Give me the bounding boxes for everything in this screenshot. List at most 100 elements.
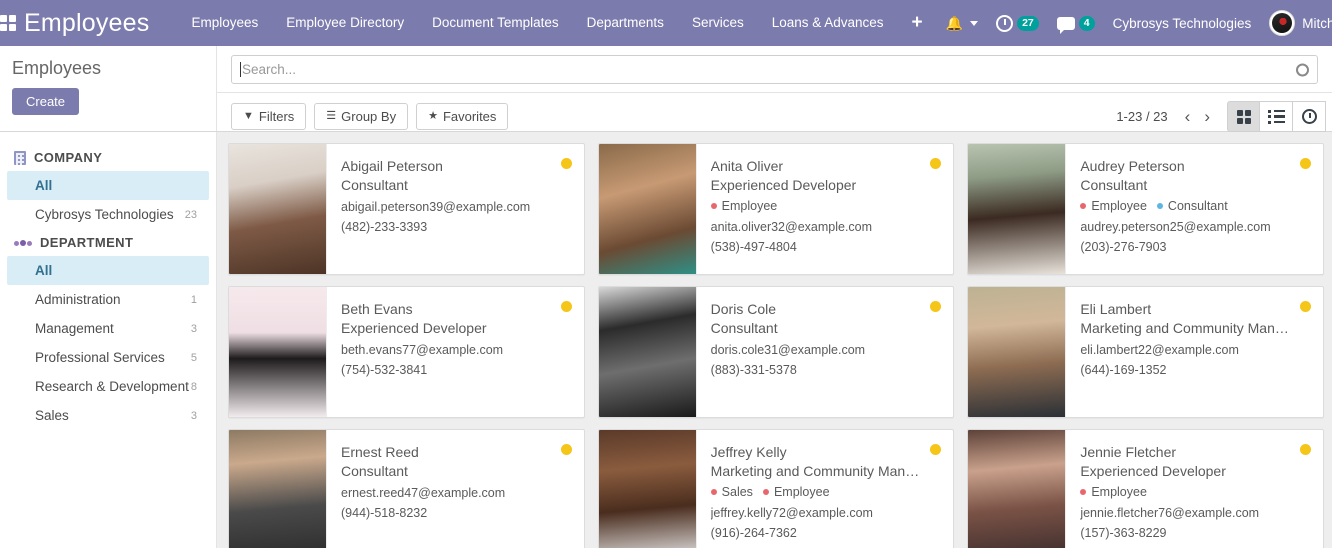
sidebar-item-company-all[interactable]: All	[7, 171, 209, 200]
employee-phone[interactable]: (644)-169-1352	[1080, 360, 1311, 380]
status-badge[interactable]	[560, 444, 572, 455]
employee-email[interactable]: abigail.peterson39@example.com	[341, 197, 572, 217]
employee-info: Doris Cole Consultant doris.cole31@example…	[697, 287, 954, 417]
employee-phone[interactable]: (157)-363-8229	[1080, 523, 1311, 543]
employee-card[interactable]: Ernest Reed Consultant ernest.reed47@examp…	[228, 429, 585, 548]
employee-name: Eli Lambert	[1080, 301, 1152, 317]
employee-photo	[229, 144, 327, 274]
search-icon[interactable]	[1296, 63, 1309, 76]
employee-info: Beth Evans Experienced Developer beth.evan…	[327, 287, 584, 417]
employee-phone[interactable]: (883)-331-5378	[711, 360, 942, 380]
employee-name: Doris Cole	[710, 301, 777, 317]
employee-email[interactable]: beth.evans77@example.com	[341, 340, 572, 360]
employee-card[interactable]: Doris Cole Consultant doris.cole31@example…	[597, 286, 955, 418]
pager-next-button[interactable]: ›	[1197, 108, 1217, 125]
control-panel-left: Employees Create	[0, 46, 217, 131]
employee-photo	[968, 430, 1067, 548]
messages-menu[interactable]: 4	[1048, 0, 1104, 46]
apps-menu-toggle[interactable]	[0, 0, 16, 46]
employee-tags: Employee Consultant	[1080, 197, 1311, 215]
employee-email[interactable]: jeffrey.kelly72@example.com	[711, 503, 942, 523]
app-brand-title[interactable]: Employees	[16, 0, 155, 46]
employee-phone[interactable]: (538)-497-4804	[711, 237, 942, 257]
group-by-label: Group By	[341, 109, 397, 124]
pager-previous-button[interactable]: ‹	[1178, 108, 1198, 125]
status-badge[interactable]	[1299, 444, 1311, 455]
menu-item-employees[interactable]: Employees	[177, 0, 272, 46]
sidebar-item-department-administration[interactable]: Administration 1	[7, 285, 209, 314]
sidebar-item-label: Management	[35, 321, 114, 336]
tag-dot-icon	[1156, 202, 1163, 209]
employee-info: Audrey Peterson Consultant Employee Consult…	[1066, 144, 1323, 274]
employee-tag: Employee	[1080, 485, 1147, 499]
activity-view-button[interactable]	[1293, 101, 1326, 132]
status-badge[interactable]	[560, 158, 572, 169]
employee-email[interactable]: audrey.peterson25@example.com	[1080, 217, 1311, 237]
employee-phone[interactable]: (944)-518-8232	[341, 503, 572, 523]
sidebar-item-count: 5	[190, 351, 197, 364]
employee-photo	[598, 144, 697, 274]
sidebar-item-department-management[interactable]: Management 3	[7, 314, 209, 343]
employee-card[interactable]: Audrey Peterson Consultant Employee Consult…	[967, 143, 1324, 275]
company-switcher[interactable]: Cybrosys Technologies	[1104, 0, 1261, 46]
employee-tag: Employee	[1080, 199, 1147, 213]
employee-email[interactable]: anita.oliver32@example.com	[711, 217, 942, 237]
favorites-button[interactable]: ★ Favorites	[416, 103, 509, 130]
employee-photo	[968, 144, 1067, 274]
breadcrumb[interactable]: Employees	[12, 58, 216, 79]
user-menu[interactable]: Mitchell Admin	[1260, 0, 1332, 46]
employee-phone[interactable]: (203)-276-7903	[1080, 237, 1311, 257]
menu-item-loans-advances[interactable]: Loans & Advances	[758, 0, 898, 46]
employee-card[interactable]: Eli Lambert Marketing and Community Manag…	[967, 286, 1324, 418]
search-input[interactable]: Search...	[231, 55, 1318, 84]
sidebar-item-company-cybrosys-technologies[interactable]: Cybrosys Technologies 23	[7, 200, 209, 229]
text-caret	[240, 62, 241, 77]
employee-email[interactable]: eli.lambert22@example.com	[1080, 340, 1311, 360]
employee-tag-label: Employee	[1091, 198, 1147, 213]
employee-card[interactable]: Jennie Fletcher Experienced Developer Empl…	[967, 429, 1324, 548]
notifications-dropdown[interactable]: 🔔	[937, 0, 987, 46]
employee-job-title: Consultant	[710, 319, 778, 336]
employee-card[interactable]: Anita Oliver Experienced Developer Employe…	[597, 143, 955, 275]
employee-photo	[229, 287, 327, 417]
tag-dot-icon	[710, 488, 717, 495]
status-badge[interactable]	[1299, 158, 1311, 169]
employee-card[interactable]: Beth Evans Experienced Developer beth.evan…	[228, 286, 585, 418]
add-menu-button[interactable]: +	[898, 0, 937, 46]
status-badge[interactable]	[560, 301, 572, 312]
menu-item-services[interactable]: Services	[678, 0, 758, 46]
tag-dot-icon	[1080, 488, 1087, 495]
employee-job-title: Consultant	[341, 462, 408, 479]
employee-phone[interactable]: (482)-233-3393	[341, 217, 572, 237]
employee-email[interactable]: jennie.fletcher76@example.com	[1080, 503, 1311, 523]
create-button[interactable]: Create	[12, 88, 80, 115]
menu-item-employee-directory[interactable]: Employee Directory	[272, 0, 418, 46]
menu-item-document-templates[interactable]: Document Templates	[418, 0, 573, 46]
menu-item-departments[interactable]: Departments	[573, 0, 678, 46]
kanban-view-button[interactable]	[1227, 101, 1260, 132]
sidebar-item-department-all[interactable]: All	[7, 256, 209, 285]
employee-email[interactable]: ernest.reed47@example.com	[341, 483, 572, 503]
pager-count: 1-23 / 23	[1116, 109, 1168, 124]
sidebar-item-department-sales[interactable]: Sales 3	[7, 401, 209, 430]
list-view-button[interactable]	[1260, 101, 1293, 132]
search-placeholder: Search...	[242, 62, 297, 77]
employee-card[interactable]: Jeffrey Kelly Marketing and Community Man…	[597, 429, 955, 548]
group-by-button[interactable]: ☰ Group By	[314, 103, 409, 130]
control-panel-right: Search... ▼ Filters ☰ Group By ★ Favorit…	[217, 46, 1332, 132]
employee-card[interactable]: Abigail Peterson Consultant abigail.peters…	[228, 143, 585, 275]
sidebar-section-department-label: DEPARTMENT	[40, 235, 134, 250]
employee-phone[interactable]: (916)-264-7362	[711, 523, 942, 543]
employee-email[interactable]: doris.cole31@example.com	[711, 340, 942, 360]
activities-menu[interactable]: 27	[987, 0, 1048, 46]
tag-dot-icon	[762, 488, 769, 495]
status-badge[interactable]	[1299, 301, 1311, 312]
employee-tag: Employee	[710, 199, 777, 213]
employee-name: Abigail Peterson	[341, 158, 443, 174]
filters-button[interactable]: ▼ Filters	[231, 103, 307, 130]
employee-phone[interactable]: (754)-532-3841	[341, 360, 572, 380]
sidebar-item-department-professional-services[interactable]: Professional Services 5	[7, 343, 209, 372]
sidebar-item-label: Cybrosys Technologies	[35, 207, 174, 222]
employee-name: Anita Oliver	[710, 158, 784, 174]
sidebar-item-department-research-development[interactable]: Research & Development 8	[7, 372, 209, 401]
